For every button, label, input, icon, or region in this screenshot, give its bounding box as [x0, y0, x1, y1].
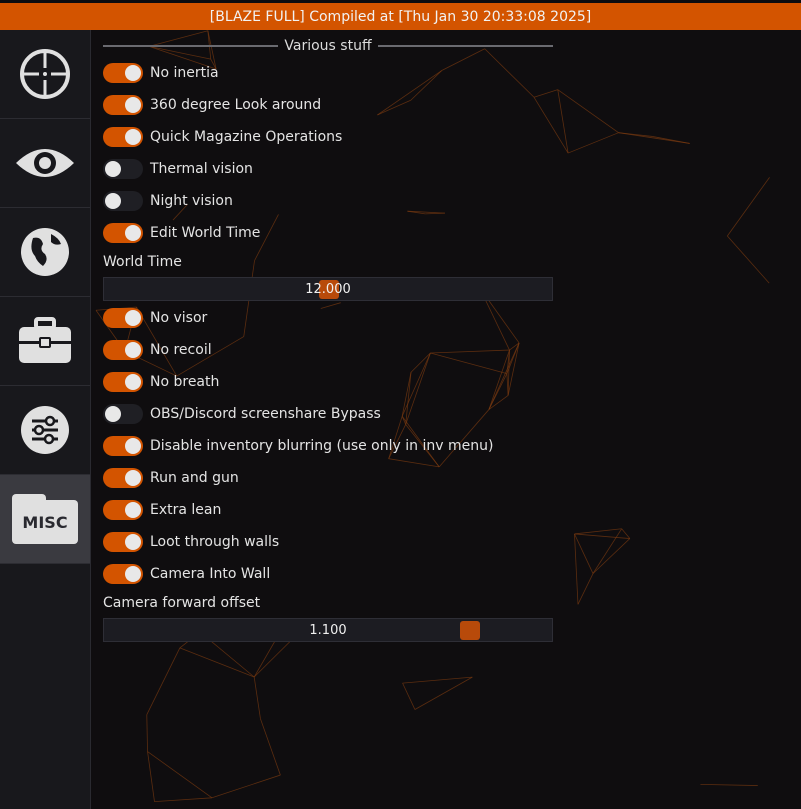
toggle-switch[interactable] [103, 223, 143, 243]
toggle-row[interactable]: Loot through walls [103, 531, 279, 553]
toggle-label: Night vision [150, 193, 233, 209]
toggle-label: Loot through walls [150, 534, 280, 550]
toggle-knob [125, 225, 141, 241]
toggle-knob [125, 310, 141, 326]
toggle-switch[interactable] [103, 191, 143, 211]
toggle-knob [125, 534, 141, 550]
toggle-knob [125, 374, 141, 390]
toggle-row[interactable]: Disable inventory blurring (use only in … [103, 435, 493, 457]
misc-label: MISC [12, 500, 78, 544]
toggle-row[interactable]: No visor [103, 307, 207, 329]
world-time-value: 12.000 [305, 281, 351, 297]
toggle-switch[interactable] [103, 436, 143, 456]
sidebar-item-world[interactable] [0, 208, 90, 297]
toggle-knob [125, 502, 141, 518]
camera-offset-slider[interactable]: 1.100 [103, 618, 553, 642]
toggle-label: OBS/Discord screenshare Bypass [150, 406, 381, 422]
toggle-row[interactable]: Night vision [103, 190, 233, 212]
toggle-row[interactable]: Quick Magazine Operations [103, 126, 342, 148]
toggle-row[interactable]: Extra lean [103, 499, 221, 521]
toggle-switch[interactable] [103, 404, 143, 424]
crosshair-icon [20, 49, 70, 99]
toggle-switch[interactable] [103, 159, 143, 179]
misc-folder-icon: MISC [12, 494, 78, 544]
toggle-knob [125, 438, 141, 454]
title-bar: [BLAZE FULL] Compiled at [Thu Jan 30 20:… [0, 0, 801, 30]
briefcase-icon [19, 317, 71, 363]
toggle-switch[interactable] [103, 372, 143, 392]
toggle-switch[interactable] [103, 532, 143, 552]
toggle-switch[interactable] [103, 95, 143, 115]
sidebar-item-visuals[interactable] [0, 119, 90, 208]
camera-offset-label: Camera forward offset [103, 595, 261, 611]
toggle-knob [105, 193, 121, 209]
globe-icon [21, 228, 69, 276]
toggle-label: 360 degree Look around [150, 97, 322, 113]
toggle-label: No visor [150, 310, 208, 326]
toggle-label: Edit World Time [150, 225, 261, 241]
toggle-switch[interactable] [103, 340, 143, 360]
title-text: [BLAZE FULL] Compiled at [Thu Jan 30 20:… [209, 8, 592, 25]
toggle-row[interactable]: OBS/Discord screenshare Bypass [103, 403, 381, 425]
world-time-label: World Time [103, 254, 182, 270]
toggle-knob [125, 470, 141, 486]
toggle-row[interactable]: 360 degree Look around [103, 94, 321, 116]
toggle-label: Quick Magazine Operations [150, 129, 343, 145]
toggle-label: No recoil [150, 342, 212, 358]
sidebar-item-misc[interactable]: MISC [0, 475, 90, 564]
toggle-knob [105, 161, 121, 177]
sidebar-item-aimbot[interactable] [0, 30, 90, 119]
toggle-switch[interactable] [103, 500, 143, 520]
toggle-row[interactable]: Edit World Time [103, 222, 260, 244]
toggle-row[interactable]: Run and gun [103, 467, 239, 489]
toggle-label: Run and gun [150, 470, 239, 486]
section-title: Various stuff [284, 38, 372, 54]
toggle-switch[interactable] [103, 564, 143, 584]
main-panel: Various stuff No inertia 360 degree Look … [91, 30, 801, 809]
toggle-knob [125, 97, 141, 113]
toggle-row[interactable]: Camera Into Wall [103, 563, 270, 585]
toggle-knob [125, 566, 141, 582]
eye-icon [16, 149, 74, 177]
toggle-label: No inertia [150, 65, 219, 81]
toggle-knob [125, 342, 141, 358]
sidebar-item-settings[interactable] [0, 386, 90, 475]
toggle-knob [105, 406, 121, 422]
toggle-switch[interactable] [103, 468, 143, 488]
world-time-slider[interactable]: 12.000 [103, 277, 553, 301]
toggle-switch[interactable] [103, 63, 143, 83]
toggle-switch[interactable] [103, 127, 143, 147]
sliders-icon [21, 406, 69, 454]
sidebar: MISC [0, 30, 91, 809]
camera-offset-value: 1.100 [309, 622, 347, 638]
toggle-row[interactable]: No recoil [103, 339, 212, 361]
toggle-label: Disable inventory blurring (use only in … [150, 438, 494, 454]
toggle-switch[interactable] [103, 308, 143, 328]
sidebar-item-loot[interactable] [0, 297, 90, 386]
toggle-label: No breath [150, 374, 220, 390]
toggle-label: Thermal vision [150, 161, 253, 177]
toggle-row[interactable]: Thermal vision [103, 158, 253, 180]
toggle-row[interactable]: No inertia [103, 62, 219, 84]
toggle-knob [125, 65, 141, 81]
toggle-label: Camera Into Wall [150, 566, 271, 582]
toggle-row[interactable]: No breath [103, 371, 219, 393]
toggle-knob [125, 129, 141, 145]
toggle-label: Extra lean [150, 502, 222, 518]
section-header: Various stuff [103, 36, 554, 56]
